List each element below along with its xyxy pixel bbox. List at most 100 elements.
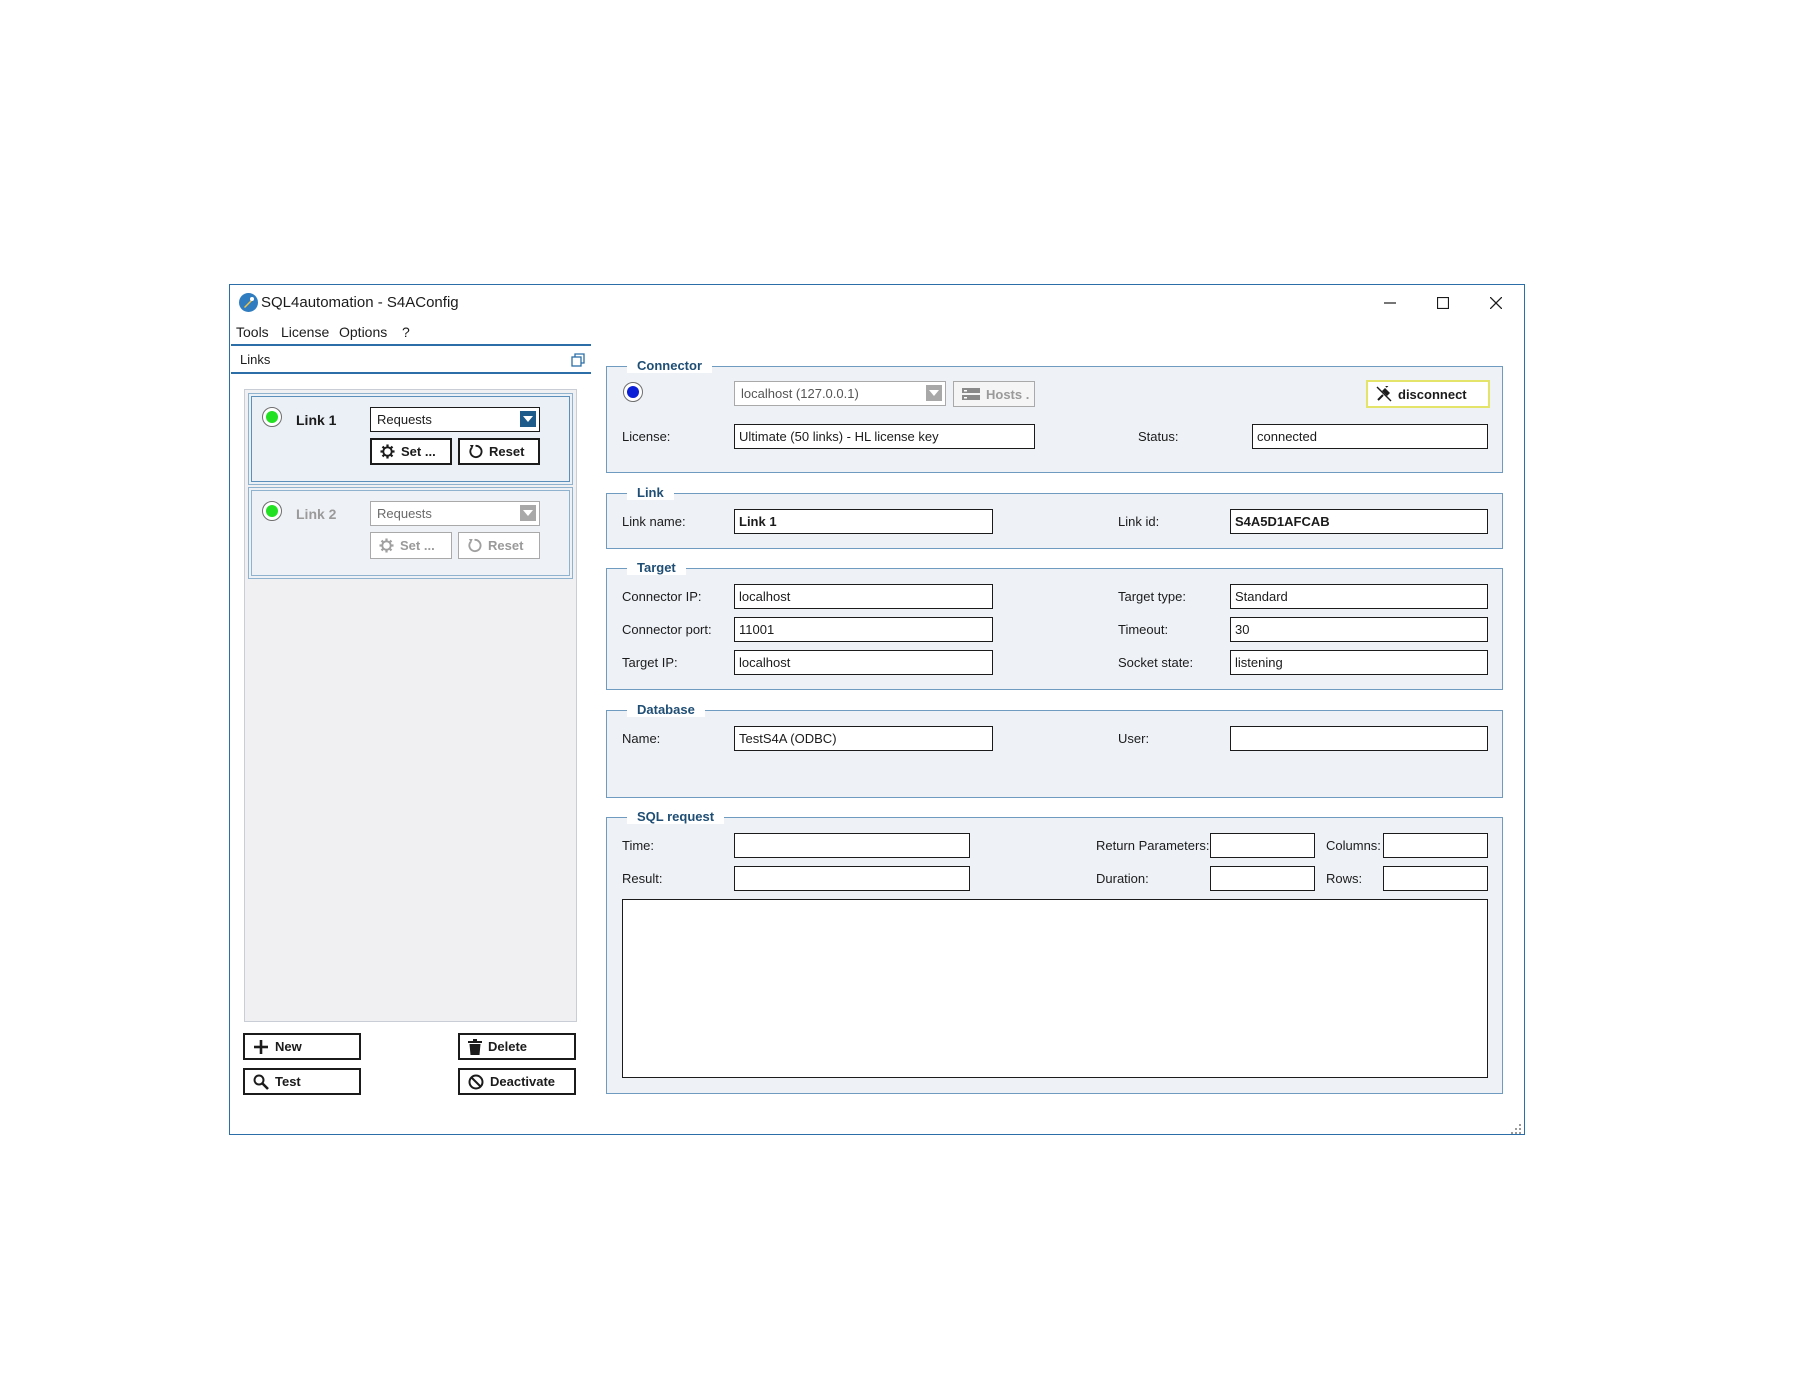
minimize-button[interactable] [1364,285,1416,320]
links-panel-header: Links [231,344,591,374]
test-link-button[interactable]: Test [243,1068,361,1095]
timeout-field[interactable]: 30 [1230,617,1488,642]
window-title: SQL4automation - S4AConfig [261,294,459,311]
socket-state-label: Socket state: [1118,655,1194,670]
link-reset-button[interactable]: Reset [458,532,540,559]
link-card-name: Link 2 [296,506,337,522]
rows-label: Rows: [1326,871,1363,886]
connector-group: Connector localhost (127.0.0.1) Hosts . … [606,358,1503,473]
delete-link-label: Delete [488,1039,528,1054]
link-mode-value: Requests [377,412,432,427]
menu-help[interactable]: ? [402,324,410,340]
link-set-label: Set ... [400,538,435,553]
return-parameters-label: Return Parameters: [1096,838,1210,853]
block-icon [468,1074,484,1089]
target-type-label: Target type: [1118,589,1186,604]
resize-grip-icon[interactable] [1511,1121,1521,1134]
sql-request-group-title: SQL request [627,809,725,824]
menu-options[interactable]: Options [339,324,387,340]
duration-field[interactable] [1210,866,1315,891]
result-label: Result: [622,871,663,886]
link-reset-button[interactable]: Reset [458,438,540,465]
deactivate-link-button[interactable]: Deactivate [458,1068,576,1095]
status-label: Status: [1138,429,1179,444]
database-group: Database Name: TestS4A (ODBC) User: [606,702,1503,798]
database-user-label: User: [1118,731,1150,746]
columns-field[interactable] [1383,833,1488,858]
link-mode-value: Requests [377,506,432,521]
host-select[interactable]: localhost (127.0.0.1) [734,381,946,406]
app-window: SQL4automation - S4AConfig Tools License… [229,284,1525,1135]
links-list: Link 1 Requests Set ... Reset Link 2 Req… [244,389,577,1022]
sql-result-area[interactable] [622,899,1488,1078]
connector-group-title: Connector [627,358,712,373]
title-bar[interactable]: SQL4automation - S4AConfig [230,285,1524,320]
link-mode-select[interactable]: Requests [370,407,540,432]
license-label: License: [622,429,671,444]
trash-icon [468,1038,482,1055]
links-panel-title: Links [240,352,271,367]
database-group-title: Database [627,702,705,717]
database-name-label: Name: [622,731,661,746]
link-name-field[interactable]: Link 1 [734,509,993,534]
timeout-label: Timeout: [1118,622,1169,637]
test-link-label: Test [275,1074,301,1089]
server-icon [962,388,980,400]
result-field[interactable] [734,866,970,891]
connector-ip-field[interactable]: localhost [734,584,993,609]
chevron-down-icon [520,505,536,521]
link-group-title: Link [627,485,674,500]
delete-link-button[interactable]: Delete [458,1033,576,1060]
rows-field[interactable] [1383,866,1488,891]
return-parameters-field[interactable] [1210,833,1315,858]
connector-port-field[interactable]: 11001 [734,617,993,642]
maximize-button[interactable] [1417,285,1469,320]
socket-state-field[interactable]: listening [1230,650,1488,675]
target-type-field[interactable]: Standard [1230,584,1488,609]
app-logo-icon [239,293,258,312]
chevron-down-icon [926,385,942,401]
menu-tools[interactable]: Tools [236,324,269,340]
link-card-name: Link 1 [296,412,337,428]
status-field[interactable]: connected [1252,424,1488,449]
target-ip-field[interactable]: localhost [734,650,993,675]
link-set-label: Set ... [401,444,436,459]
disconnect-button[interactable]: disconnect [1366,380,1490,408]
link-set-button[interactable]: Set ... [370,438,452,465]
hosts-label: Hosts . [986,386,1030,402]
reset-icon [468,538,482,553]
connector-port-label: Connector port: [622,622,712,637]
duration-label: Duration: [1096,871,1149,886]
link-card-2[interactable]: Link 2 Requests Set ... Reset [248,487,573,579]
plus-icon [254,1039,268,1054]
minimize-icon [1384,301,1396,304]
link-group: Link Link name: Link 1 Link id: S4A5D1AF… [606,485,1503,549]
time-field[interactable] [734,833,970,858]
connector-status-led [623,382,643,402]
new-link-button[interactable]: New [243,1033,361,1060]
link-mode-select[interactable]: Requests [370,501,540,526]
sql-request-group: SQL request Time: Result: Return Paramet… [606,809,1503,1094]
connector-ip-label: Connector IP: [622,589,702,604]
undock-icon[interactable] [571,353,585,367]
database-user-field[interactable] [1230,726,1488,751]
unplug-icon [1376,386,1392,402]
link-status-led [262,407,282,427]
columns-label: Columns: [1326,838,1381,853]
link-reset-label: Reset [488,538,524,553]
license-field[interactable]: Ultimate (50 links) - HL license key [734,424,1035,449]
hosts-button[interactable]: Hosts . [953,381,1035,407]
time-label: Time: [622,838,655,853]
link-set-button[interactable]: Set ... [370,532,452,559]
close-button[interactable] [1470,285,1522,320]
link-id-field[interactable]: S4A5D1AFCAB [1230,509,1488,534]
database-name-field[interactable]: TestS4A (ODBC) [734,726,993,751]
link-id-label: Link id: [1118,514,1160,529]
target-ip-label: Target IP: [622,655,678,670]
chevron-down-icon [520,411,536,427]
link-reset-label: Reset [489,444,525,459]
link-card-1[interactable]: Link 1 Requests Set ... Reset [248,393,573,485]
disconnect-label: disconnect [1398,386,1467,402]
close-icon [1490,296,1502,309]
menu-license[interactable]: License [281,324,329,340]
